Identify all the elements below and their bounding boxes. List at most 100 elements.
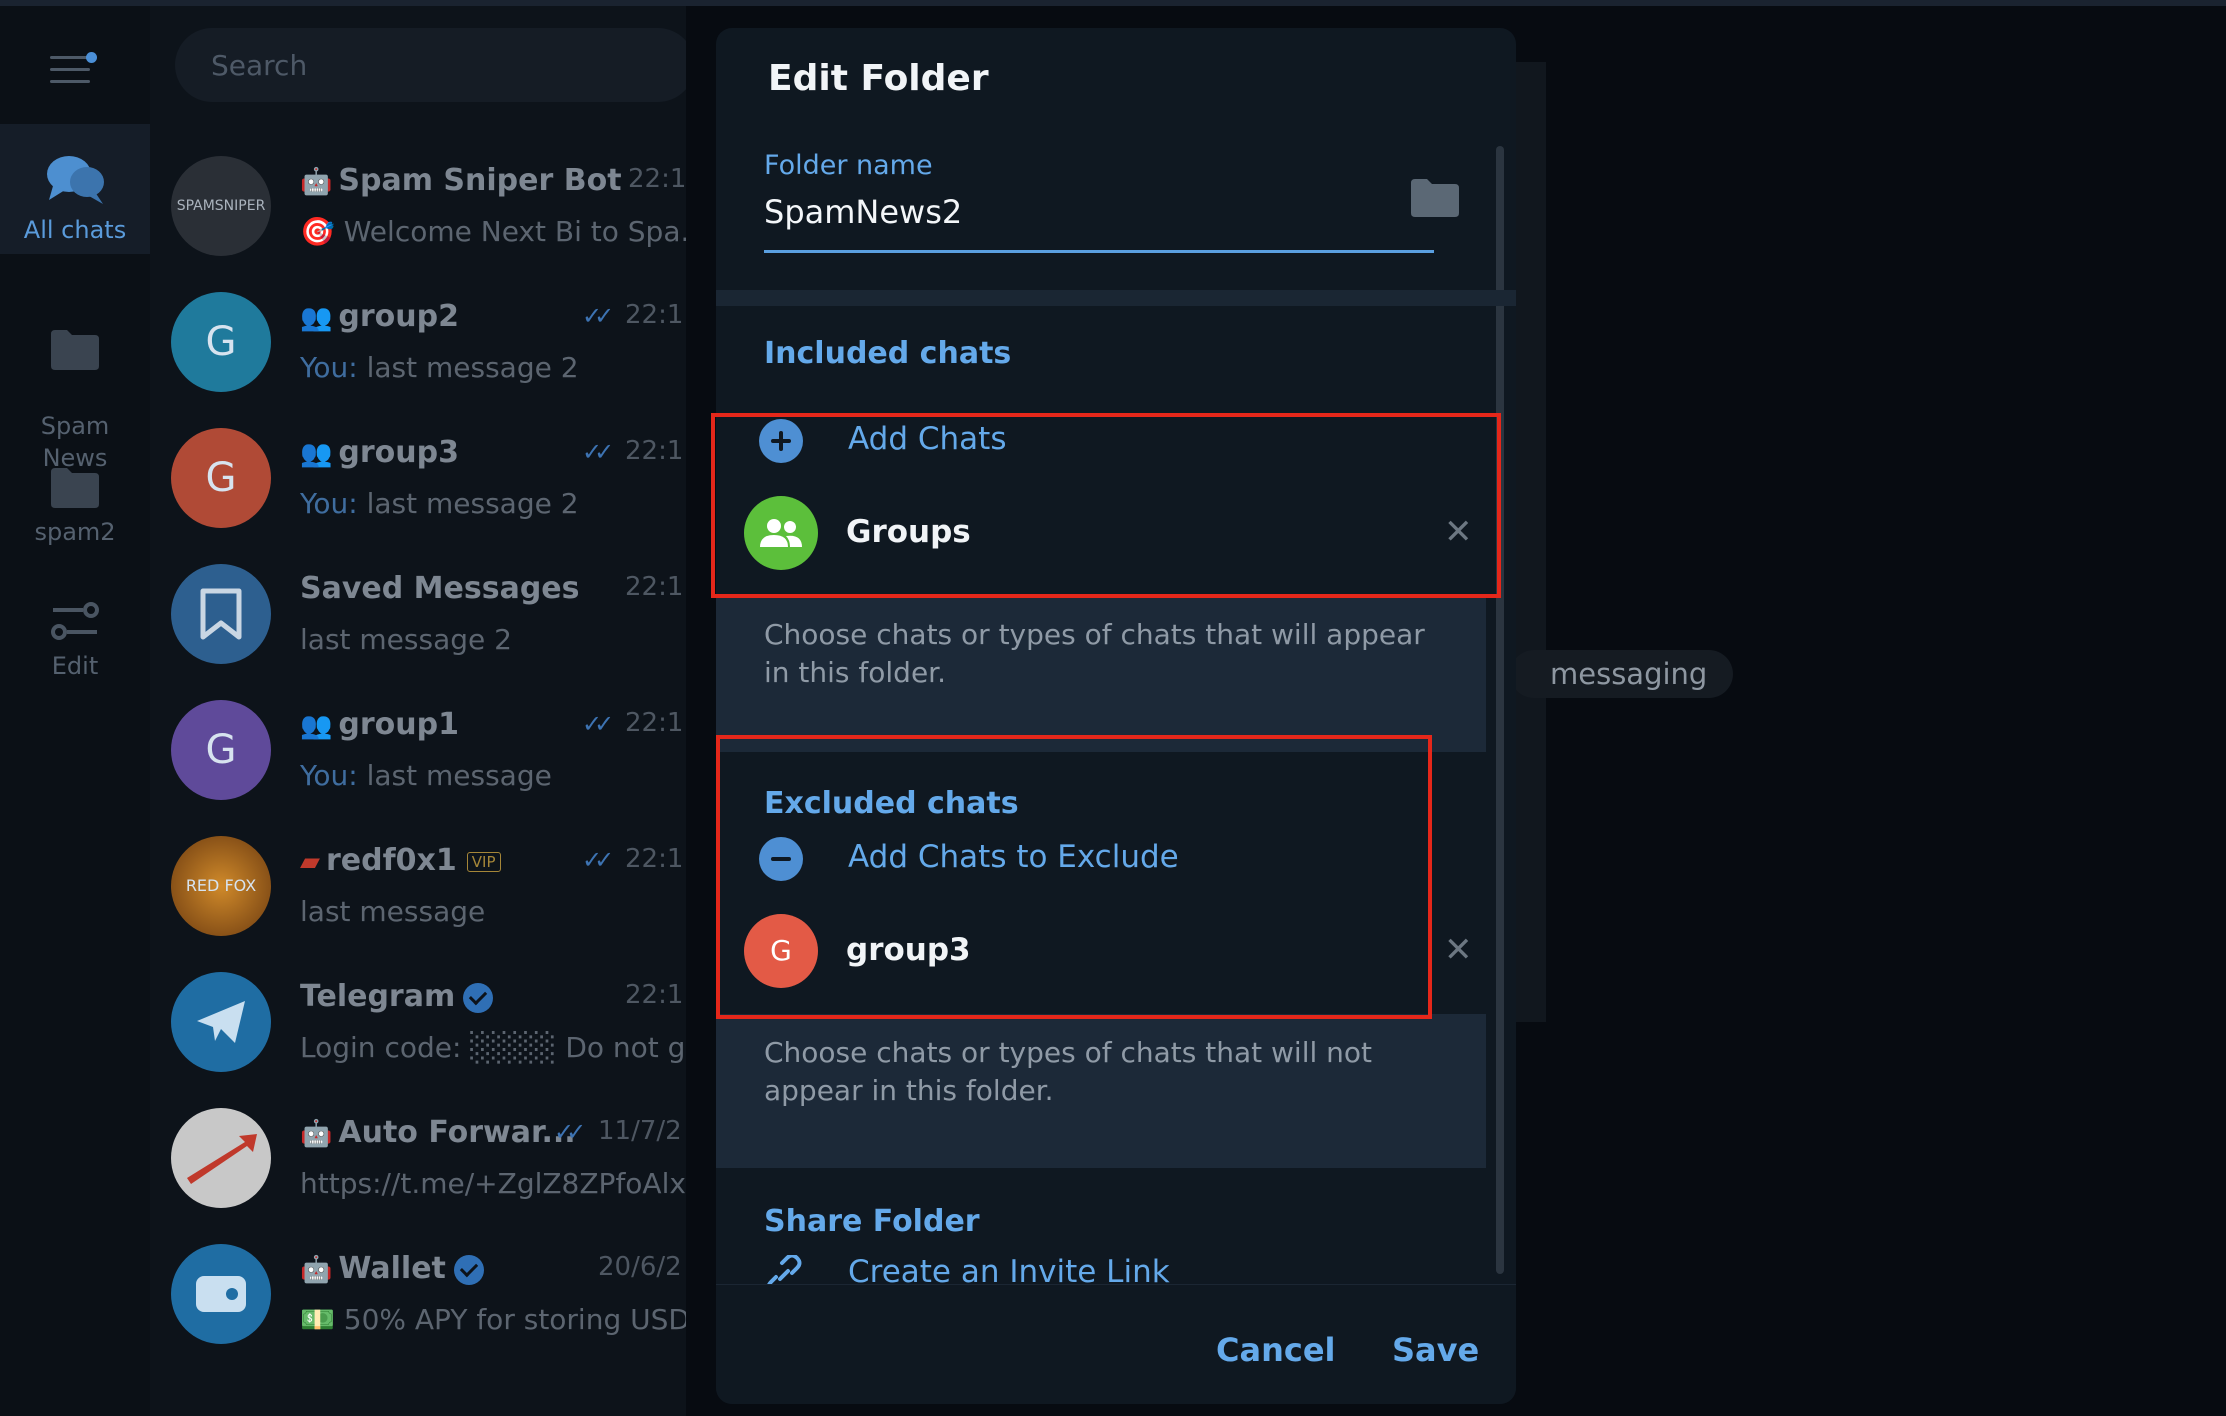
group-icon: 👥 (300, 303, 333, 333)
share-folder-title: Share Folder (764, 1204, 980, 1239)
chat-time: 22:1 (625, 300, 684, 330)
folder-tab-label: Edit (51, 652, 99, 680)
cancel-button[interactable]: Cancel (1216, 1331, 1336, 1369)
chat-preview: You: last message (300, 759, 552, 792)
folder-tab-spam2[interactable]: spam2 (0, 466, 150, 548)
add-chats-to-exclude-button[interactable]: Add Chats to Exclude (716, 819, 1486, 899)
flag-icon: ▰ (300, 847, 320, 877)
remove-close-icon[interactable]: ✕ (1444, 512, 1473, 552)
bookmark-icon (200, 588, 242, 640)
folder-tab-label: spam2 (34, 518, 116, 546)
folder-icon (51, 330, 99, 370)
chat-preview: https://t.me/+ZglZ8ZPfoAlx... (300, 1167, 686, 1200)
chat-name: 🤖 Spam Sniper Bot (300, 163, 622, 198)
dialog-footer: Cancel Save (716, 1284, 1516, 1404)
folder-name-label: Folder name (764, 150, 933, 181)
chat-name: Saved Messages (300, 571, 580, 606)
chat-time: 11/7/2 (598, 1116, 682, 1146)
notification-dot (86, 52, 97, 63)
folder-name-underline (764, 250, 1434, 253)
excluded-chats-title: Excluded chats (764, 786, 1019, 821)
chat-preview: You: last message 2 (300, 487, 579, 520)
chat-name: 👥 group2 (300, 299, 459, 334)
folder-icon (51, 468, 99, 508)
folder-tab-label: All chats (23, 216, 127, 244)
avatar: G (744, 914, 818, 988)
excluded-item-label: group3 (846, 932, 971, 968)
add-chats-button[interactable]: Add Chats (716, 401, 1486, 481)
read-checkmarks-icon: ✓✓ (554, 1118, 586, 1146)
chat-row-telegram[interactable]: Telegram 22:1 Login code: ░░░░ Do not gi… (150, 952, 686, 1088)
chat-row-group3[interactable]: G 👥 group3 ✓✓ 22:1 You: last message 2 (150, 408, 686, 544)
included-hint: Choose chats or types of chats that will… (716, 596, 1486, 752)
folder-tab-label: Spam News (40, 412, 110, 472)
read-checkmarks-icon: ✓✓ (582, 438, 614, 466)
folder-name-input[interactable]: SpamNews2 (764, 193, 962, 231)
remove-close-icon[interactable]: ✕ (1444, 930, 1473, 970)
chat-preview: You: last message 2 (300, 351, 579, 384)
avatar: G (171, 428, 271, 528)
chat-preview: last message (300, 895, 486, 928)
bot-icon: 🤖 (300, 1119, 333, 1149)
folder-tab-all-chats[interactable]: All chats (0, 124, 150, 254)
excluded-item-group3[interactable]: G group3 ✕ (716, 904, 1486, 996)
included-chats-title: Included chats (764, 336, 1012, 371)
verified-badge-icon (463, 982, 494, 1013)
search-input[interactable] (175, 28, 686, 102)
avatar: G (171, 292, 271, 392)
group-icon: 👥 (300, 711, 333, 741)
background-service-message: messaging (1510, 650, 1734, 698)
chat-name: 👥 group3 (300, 435, 459, 470)
chat-time: 22:1 (625, 980, 684, 1010)
avatar: G (171, 700, 271, 800)
arrow-logo-icon (187, 1134, 257, 1184)
sliders-icon (51, 602, 99, 640)
chat-row-group1[interactable]: G 👥 group1 ✓✓ 22:1 You: last message (150, 680, 686, 816)
chat-preview: 💵 50% APY for storing USDt... (300, 1303, 686, 1336)
folder-icon[interactable] (1410, 178, 1460, 218)
dialog-scrollbar[interactable] (1496, 146, 1504, 1274)
read-checkmarks-icon: ✓✓ (582, 302, 614, 330)
read-checkmarks-icon: ✓✓ (582, 710, 614, 738)
chat-time: 22:1 (628, 164, 686, 194)
section-divider (716, 290, 1516, 306)
avatar (171, 972, 271, 1072)
chat-preview: 🎯 Welcome Next Bi to Spa... (300, 215, 686, 248)
plus-icon (759, 419, 803, 463)
add-chats-label: Add Chats (848, 421, 1007, 457)
chat-row-wallet[interactable]: 🤖 Wallet 20/6/2 💵 50% APY for storing USD… (150, 1224, 686, 1360)
chat-name: 🤖 Wallet (300, 1251, 484, 1286)
add-exclude-label: Add Chats to Exclude (848, 839, 1179, 875)
chat-row-saved-messages[interactable]: Saved Messages 22:1 last message 2 (150, 544, 686, 680)
folder-tab-edit[interactable]: Edit (0, 598, 150, 682)
wallet-icon (196, 1276, 246, 1312)
paper-plane-icon (197, 1001, 245, 1043)
edit-folder-dialog: Edit Folder Folder name SpamNews2 Includ… (716, 28, 1516, 1404)
save-button[interactable]: Save (1392, 1331, 1479, 1369)
avatar: SPAMSNIPER (171, 156, 271, 256)
chat-time: 22:1 (625, 436, 684, 466)
chat-name: 🤖 Auto Forwar... (300, 1115, 576, 1150)
folder-sidebar: All chats Spam News spam2 Edit (0, 6, 150, 1416)
avatar: RED FOX (171, 836, 271, 936)
chat-row-redf0x1[interactable]: RED FOX ▰ redf0x1 VIP ✓✓ 22:1 last message (150, 816, 686, 952)
chat-row-spam-sniper-bot[interactable]: SPAMSNIPER 🤖 Spam Sniper Bot 22:1 🎯 Welco… (150, 136, 686, 272)
search-bar[interactable] (175, 28, 686, 102)
chat-time: 22:1 (625, 844, 684, 874)
bot-icon: 🤖 (300, 167, 333, 197)
chat-row-auto-forwarder[interactable]: 🤖 Auto Forwar... ✓✓ 11/7/2 https://t.me/+… (150, 1088, 686, 1224)
chat-preview: last message 2 (300, 623, 512, 656)
chat-time: 22:1 (625, 572, 684, 602)
read-checkmarks-icon: ✓✓ (582, 846, 614, 874)
hamburger-menu-icon[interactable] (48, 48, 97, 92)
chat-list-panel: SPAMSNIPER 🤖Spam Sniper Bot 22:1 🎯 Welco… (150, 6, 686, 1416)
chat-name: 👥 group1 (300, 707, 459, 742)
people-icon (760, 519, 802, 547)
included-item-groups[interactable]: Groups ✕ (716, 486, 1486, 578)
verified-badge-icon (453, 1254, 484, 1285)
folder-tab-spam-news[interactable]: Spam News (0, 296, 150, 474)
included-item-label: Groups (846, 514, 971, 550)
chat-bubbles-icon (47, 156, 104, 204)
chat-row-group2[interactable]: G 👥 group2 ✓✓ 22:1 You: last message 2 (150, 272, 686, 408)
avatar (171, 564, 271, 664)
